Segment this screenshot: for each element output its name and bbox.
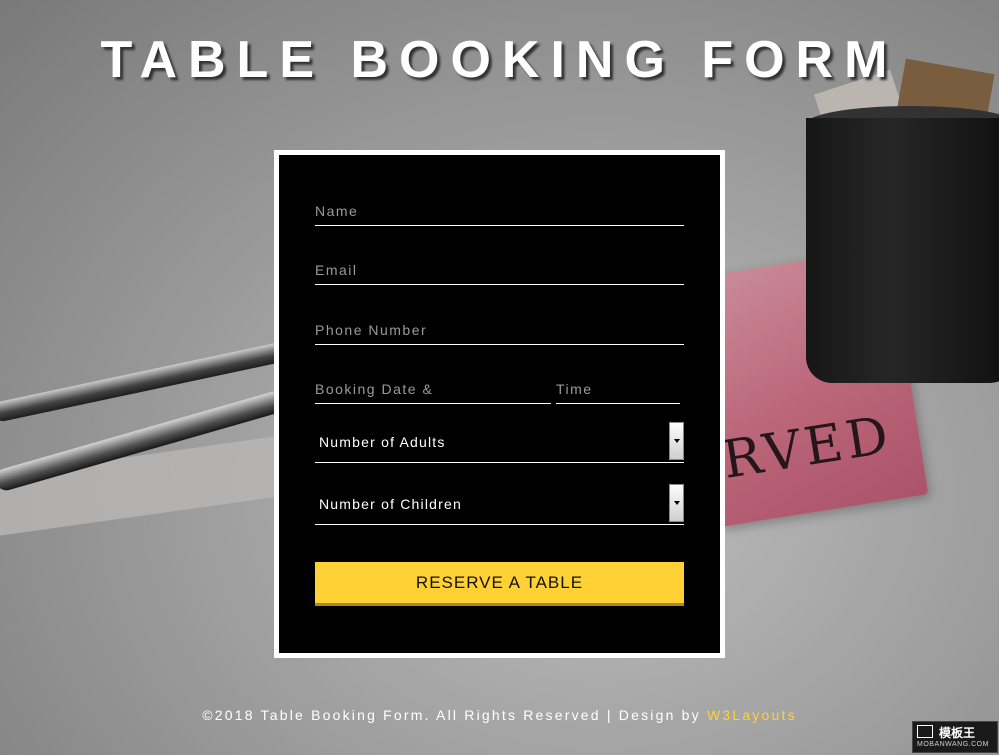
chevron-down-icon[interactable] bbox=[669, 422, 684, 460]
time-input[interactable] bbox=[556, 381, 680, 397]
chevron-down-icon[interactable] bbox=[669, 484, 684, 522]
watermark-logo-icon bbox=[917, 725, 933, 738]
footer: ©2018 Table Booking Form. All Rights Res… bbox=[0, 707, 999, 723]
phone-field-wrapper bbox=[315, 310, 684, 345]
footer-text: ©2018 Table Booking Form. All Rights Res… bbox=[202, 707, 707, 723]
time-field-wrapper bbox=[556, 369, 680, 404]
w3layouts-link[interactable]: W3Layouts bbox=[707, 707, 797, 723]
date-field-wrapper bbox=[315, 369, 551, 404]
booking-form: Number of Adults Number of Children RESE… bbox=[274, 150, 725, 658]
children-select[interactable]: Number of Children bbox=[315, 482, 684, 525]
name-field-wrapper bbox=[315, 191, 684, 226]
children-select-label: Number of Children bbox=[319, 496, 462, 512]
adults-select-label: Number of Adults bbox=[319, 434, 446, 450]
email-input[interactable] bbox=[315, 262, 684, 278]
watermark: 模板王 MOBANWANG.COM bbox=[912, 721, 998, 753]
phone-input[interactable] bbox=[315, 322, 684, 338]
reserve-table-button[interactable]: RESERVE A TABLE bbox=[315, 562, 684, 606]
name-input[interactable] bbox=[315, 203, 684, 219]
watermark-url: MOBANWANG.COM bbox=[917, 741, 989, 748]
watermark-title: 模板王 bbox=[939, 726, 976, 740]
email-field-wrapper bbox=[315, 250, 684, 285]
booking-date-input[interactable] bbox=[315, 381, 551, 397]
page-title: TABLE BOOKING FORM bbox=[100, 31, 899, 89]
adults-select[interactable]: Number of Adults bbox=[315, 420, 684, 463]
